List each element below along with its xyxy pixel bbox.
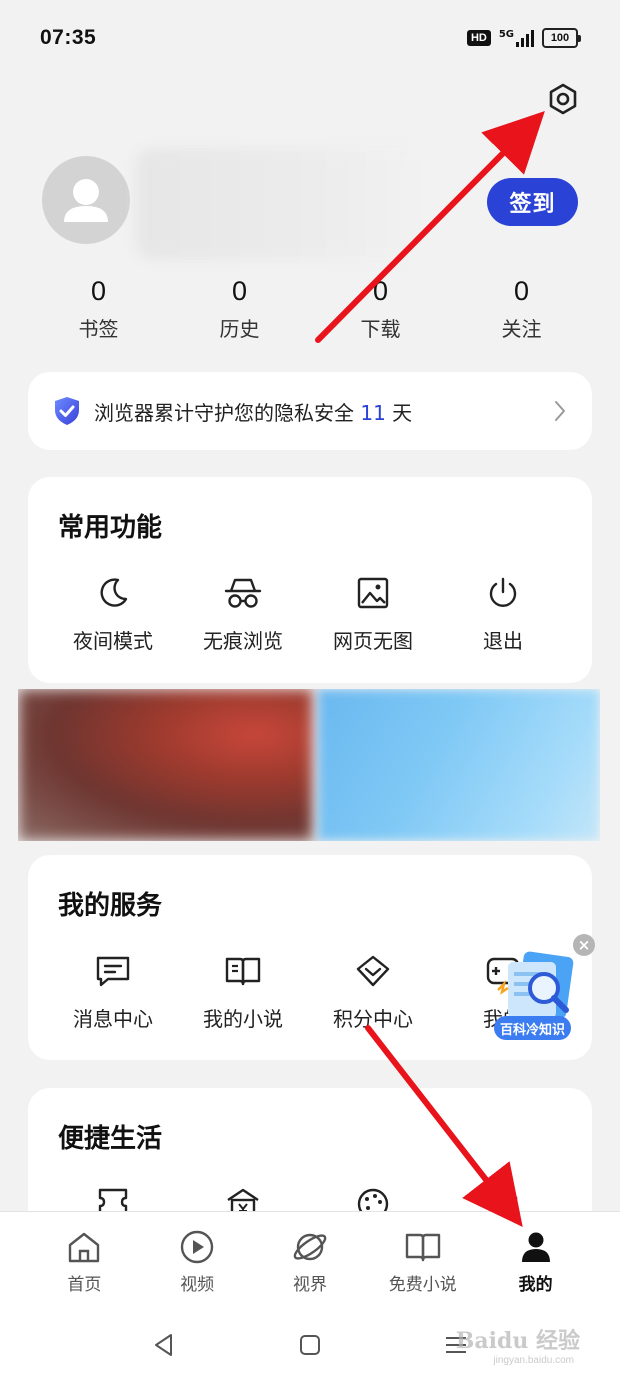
profile-header: 签到 xyxy=(0,140,620,270)
grid-label: 夜间模式 xyxy=(73,629,153,653)
bottom-navigation: 首页 视频 视界 免费小说 我的 xyxy=(0,1211,620,1303)
nav-home[interactable]: 首页 xyxy=(28,1212,141,1303)
nav-mine[interactable]: 我的 xyxy=(479,1212,592,1303)
stat-label: 历史 xyxy=(219,317,260,341)
play-icon xyxy=(179,1228,215,1266)
nav-label: 首页 xyxy=(67,1275,102,1295)
message-center-button[interactable]: 消息中心 xyxy=(48,951,178,1032)
nav-free-novels[interactable]: 免费小说 xyxy=(366,1212,479,1303)
grid-label: 网页无图 xyxy=(333,629,413,653)
nav-video[interactable]: 视频 xyxy=(141,1212,254,1303)
privacy-text-suffix: 天 xyxy=(385,400,413,425)
battery-level: 100 xyxy=(550,32,570,44)
incognito-icon xyxy=(223,573,263,613)
home-icon xyxy=(66,1228,102,1266)
baidu-watermark: Baidu 经验 xyxy=(455,1328,580,1354)
stat-label: 下载 xyxy=(360,317,401,341)
common-functions-grid: 夜间模式 无痕浏览 网页无图 退出 xyxy=(48,573,572,654)
stat-bookmarks[interactable]: 0 书签 xyxy=(28,276,169,342)
stat-value: 0 xyxy=(513,276,530,306)
settings-button[interactable] xyxy=(540,76,586,122)
stat-downloads[interactable]: 0 下载 xyxy=(310,276,451,342)
section-title: 便捷生活 xyxy=(58,1124,163,1154)
checkin-button[interactable]: 签到 xyxy=(487,178,578,226)
stat-label: 关注 xyxy=(501,317,542,341)
banner-image-left[interactable] xyxy=(18,689,313,841)
status-time: 07:35 xyxy=(40,26,97,49)
privacy-days: 11 xyxy=(360,400,386,425)
stat-value: 0 xyxy=(231,276,248,306)
status-icons: HD 5G 100 xyxy=(466,28,581,48)
image-icon xyxy=(355,573,391,613)
planet-icon xyxy=(291,1228,329,1266)
stat-value: 0 xyxy=(372,276,389,306)
shield-icon xyxy=(55,397,79,425)
book-open-icon xyxy=(404,1228,442,1266)
hd-badge: HD xyxy=(466,30,491,46)
nav-label: 视频 xyxy=(180,1275,215,1295)
avatar[interactable] xyxy=(42,156,130,244)
watermark-url: jingyan.baidu.com xyxy=(493,1355,574,1366)
grid-label: 积分中心 xyxy=(333,1007,413,1031)
profile-stats: 0 书签 0 历史 0 下载 0 关注 xyxy=(28,276,592,342)
stat-history[interactable]: 0 历史 xyxy=(169,276,310,342)
incognito-button[interactable]: 无痕浏览 xyxy=(178,573,308,654)
person-icon xyxy=(518,1228,554,1266)
chevron-right-icon xyxy=(555,401,565,421)
battery-icon: 100 xyxy=(542,28,581,48)
section-title: 我的服务 xyxy=(58,891,163,921)
power-icon xyxy=(485,573,521,613)
signal-icon: 5G xyxy=(499,29,534,47)
grid-label: 消息中心 xyxy=(73,1007,153,1031)
diamond-icon xyxy=(354,951,392,991)
grid-label: 我的小说 xyxy=(203,1007,283,1031)
grid-label: 无痕浏览 xyxy=(203,629,283,653)
status-bar: 07:35 HD 5G 100 xyxy=(0,0,620,76)
home-square-icon[interactable] xyxy=(298,1333,322,1357)
stat-value: 0 xyxy=(90,276,107,306)
night-mode-button[interactable]: 夜间模式 xyxy=(48,573,178,654)
privacy-protection-card[interactable]: 浏览器累计守护您的隐私安全 11 天 xyxy=(28,372,592,450)
common-functions-card: 常用功能 夜间模式 无痕浏览 网页无图 退出 xyxy=(28,477,592,683)
book-icon xyxy=(224,951,262,991)
username-blurred xyxy=(136,148,436,260)
privacy-text: 浏览器累计守护您的隐私安全 11 天 xyxy=(94,397,552,426)
trivia-float-widget[interactable]: × 百科冷知识 xyxy=(490,928,595,1044)
network-type-label: 5G xyxy=(498,29,514,40)
close-icon[interactable]: × xyxy=(573,934,595,956)
nav-label: 视界 xyxy=(292,1275,327,1295)
nav-label: 我的 xyxy=(518,1275,553,1295)
moon-icon xyxy=(95,573,131,613)
promo-banner[interactable] xyxy=(18,689,600,841)
trivia-badge[interactable]: 百科冷知识 xyxy=(494,1016,572,1040)
gear-icon xyxy=(549,83,577,115)
no-image-mode-button[interactable]: 网页无图 xyxy=(308,573,438,654)
exit-button[interactable]: 退出 xyxy=(438,573,568,654)
points-center-button[interactable]: 积分中心 xyxy=(308,951,438,1032)
nav-horizon[interactable]: 视界 xyxy=(254,1212,367,1303)
grid-label: 退出 xyxy=(483,629,523,653)
back-triangle-icon[interactable] xyxy=(151,1332,177,1358)
my-novels-button[interactable]: 我的小说 xyxy=(178,951,308,1032)
message-icon xyxy=(94,951,132,991)
privacy-text-prefix: 浏览器累计守护您的隐私安全 xyxy=(94,400,361,425)
avatar-person-icon xyxy=(64,179,108,222)
stat-following[interactable]: 0 关注 xyxy=(451,276,592,342)
section-title: 常用功能 xyxy=(58,513,163,543)
banner-image-right[interactable] xyxy=(318,689,600,841)
nav-label: 免费小说 xyxy=(388,1275,457,1295)
stat-label: 书签 xyxy=(78,317,119,341)
